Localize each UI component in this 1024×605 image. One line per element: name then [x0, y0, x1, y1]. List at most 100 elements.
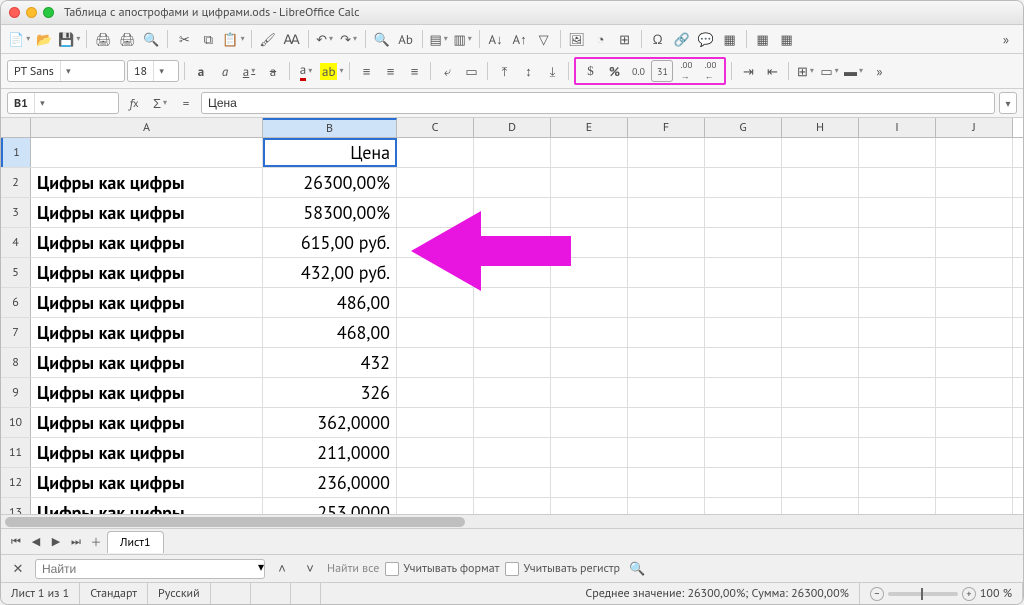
row-header[interactable]: 12	[1, 468, 31, 497]
row-header[interactable]: 1	[1, 138, 31, 167]
status-signature[interactable]	[291, 583, 321, 604]
cell[interactable]	[859, 168, 936, 197]
cell[interactable]	[782, 138, 859, 167]
cell[interactable]	[474, 498, 551, 514]
wrap-text-button[interactable]: ⤶	[436, 60, 458, 82]
column-header[interactable]: I	[859, 118, 936, 137]
cell[interactable]	[474, 288, 551, 317]
clear-format-button[interactable]: Ꜳ	[281, 28, 303, 50]
cell[interactable]	[705, 468, 782, 497]
cell[interactable]	[782, 348, 859, 377]
cell[interactable]	[859, 318, 936, 347]
equals-button[interactable]: =	[175, 92, 197, 114]
cell[interactable]	[859, 198, 936, 227]
cell[interactable]	[397, 288, 474, 317]
cell[interactable]	[782, 408, 859, 437]
align-right-button[interactable]: ≡	[403, 60, 425, 82]
cell[interactable]: Цифры как цифры	[31, 348, 263, 377]
header-footer-button[interactable]: ▦	[719, 28, 741, 50]
increase-indent-button[interactable]: ⇥	[737, 60, 759, 82]
cell[interactable]: 211,0000	[263, 438, 397, 467]
cell[interactable]	[705, 198, 782, 227]
undo-button[interactable]: ↶▾	[314, 28, 336, 50]
cell[interactable]	[397, 198, 474, 227]
status-insert-mode[interactable]	[211, 583, 251, 604]
cell[interactable]	[859, 378, 936, 407]
cell[interactable]	[705, 228, 782, 257]
cell[interactable]: 236,0000	[263, 468, 397, 497]
row-header[interactable]: 4	[1, 228, 31, 257]
cell[interactable]	[551, 498, 628, 514]
cell[interactable]: Цифры как цифры	[31, 258, 263, 287]
cell[interactable]: Цифры как цифры	[31, 378, 263, 407]
find-options-button[interactable]: 🔍	[626, 558, 648, 580]
cell[interactable]	[474, 228, 551, 257]
zoom-value[interactable]: 100 %	[980, 586, 1012, 601]
font-size-combo[interactable]: 18 ▾	[127, 60, 179, 82]
cell[interactable]	[936, 288, 1013, 317]
cell[interactable]	[397, 348, 474, 377]
add-sheet-button[interactable]: ＋	[87, 533, 105, 551]
cell[interactable]	[782, 438, 859, 467]
cell[interactable]: Цифры как цифры	[31, 198, 263, 227]
cell[interactable]	[936, 348, 1013, 377]
cell[interactable]	[705, 378, 782, 407]
zoom-out-button[interactable]: −	[870, 587, 884, 601]
row-header[interactable]: 3	[1, 198, 31, 227]
cell[interactable]	[628, 318, 705, 347]
cell[interactable]: 326	[263, 378, 397, 407]
match-format-checkbox[interactable]: Учитывать формат	[385, 561, 499, 576]
column-header[interactable]: J	[936, 118, 1013, 137]
insert-chart-button[interactable]: ◔	[590, 28, 612, 50]
sort-desc-button[interactable]: A↑	[509, 28, 531, 50]
decrease-indent-button[interactable]: ⇤	[761, 60, 783, 82]
cell[interactable]: Цифры как цифры	[31, 288, 263, 317]
format-percent-button[interactable]: %	[603, 60, 625, 82]
row-header[interactable]: 5	[1, 258, 31, 287]
cell[interactable]	[936, 138, 1013, 167]
zoom-in-button[interactable]: +	[962, 587, 976, 601]
export-pdf-button[interactable]: 🖨	[92, 28, 114, 50]
cell[interactable]	[628, 168, 705, 197]
cell[interactable]	[551, 168, 628, 197]
cell[interactable]	[628, 408, 705, 437]
minimize-icon[interactable]	[26, 7, 37, 18]
cell[interactable]	[628, 198, 705, 227]
cell[interactable]	[936, 378, 1013, 407]
cell[interactable]	[705, 288, 782, 317]
cell[interactable]	[705, 138, 782, 167]
pivot-button[interactable]: ⊞	[614, 28, 636, 50]
cell[interactable]	[474, 318, 551, 347]
sheet-tab[interactable]: Лист1	[107, 531, 164, 553]
borders-button[interactable]: ⊞▾	[794, 60, 816, 82]
cell[interactable]	[859, 498, 936, 514]
cell[interactable]	[474, 198, 551, 227]
italic-button[interactable]: a	[214, 60, 236, 82]
maximize-icon[interactable]	[43, 7, 54, 18]
column-header[interactable]: F	[628, 118, 705, 137]
cell[interactable]: Цифры как цифры	[31, 408, 263, 437]
cell[interactable]	[397, 228, 474, 257]
del-decimal-button[interactable]: .00←	[699, 60, 721, 82]
cell[interactable]	[474, 138, 551, 167]
cell[interactable]	[859, 438, 936, 467]
cell[interactable]	[782, 378, 859, 407]
valign-top-button[interactable]: ⤒	[493, 60, 515, 82]
cell[interactable]: Цифры как цифры	[31, 498, 263, 514]
cell[interactable]	[551, 288, 628, 317]
column-header[interactable]: A	[31, 118, 263, 137]
column-header[interactable]: H	[782, 118, 859, 137]
status-aggregate[interactable]: Среднее значение: 26300,00%; Сумма: 2630…	[321, 583, 860, 604]
valign-bottom-button[interactable]: ⤓	[541, 60, 563, 82]
cell[interactable]	[551, 408, 628, 437]
cell[interactable]	[705, 408, 782, 437]
cell[interactable]	[705, 168, 782, 197]
cell[interactable]	[551, 198, 628, 227]
cell[interactable]	[936, 168, 1013, 197]
format-number-button[interactable]: 0.0	[627, 60, 649, 82]
cell[interactable]	[474, 258, 551, 287]
toolbar-overflow-button[interactable]: »	[995, 28, 1017, 50]
sum-button[interactable]: Σ▾	[149, 92, 171, 114]
cell[interactable]	[397, 498, 474, 514]
row-button[interactable]: ▤▾	[428, 28, 450, 50]
